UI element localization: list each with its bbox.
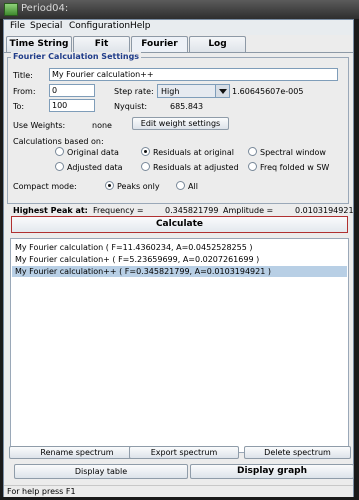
calc-based-label: Calculations based on: (13, 137, 104, 146)
use-weights-label: Use Weights: (13, 121, 66, 130)
list-item[interactable]: My Fourier calculation+ ( F=5.23659699, … (12, 254, 347, 265)
highest-peak-label: Highest Peak at: (13, 206, 88, 215)
settings-legend: Fourier Calculation Settings (11, 52, 142, 61)
frequency-value: 0.345821799 (165, 206, 219, 215)
list-item[interactable]: My Fourier calculation ( F=11.4360234, A… (12, 242, 347, 253)
display-graph-button[interactable]: Display graph (190, 464, 354, 479)
option-spectral-window-label: Spectral window (260, 148, 326, 157)
option-freq-folded-label: Freq folded w SW (260, 163, 330, 172)
menu-configuration[interactable]: Configuration (69, 21, 130, 31)
amplitude-label: Amplitude = (223, 206, 274, 215)
calculate-button[interactable]: Calculate (11, 216, 348, 233)
use-weights-value: none (92, 121, 112, 130)
option-residuals-original-radio[interactable] (141, 147, 150, 156)
edit-weights-button[interactable]: Edit weight settings (132, 117, 229, 130)
step-rate-value: High (161, 87, 180, 96)
tab-fourier[interactable]: Fourier (131, 36, 188, 53)
menubar: File Special Configuration Help (4, 20, 353, 35)
compact-peaks-only-label: Peaks only (117, 182, 160, 191)
option-spectral-window-radio[interactable] (248, 147, 257, 156)
app-window: File Special Configuration Help Time Str… (3, 19, 354, 497)
tab-fit[interactable]: Fit (73, 36, 130, 52)
title-input[interactable]: My Fourier calculation++ (49, 68, 338, 81)
frequency-label: Frequency = (93, 206, 144, 215)
step-rate-select[interactable]: High (157, 84, 230, 98)
from-label: From: (13, 87, 36, 96)
amplitude-value: 0.0103194921 (295, 206, 354, 215)
option-adjusted-data-label: Adjusted data (67, 163, 123, 172)
list-item-selected[interactable]: My Fourier calculation++ ( F=0.345821799… (12, 266, 347, 277)
step-rate-label: Step rate: (114, 87, 154, 96)
menu-special[interactable]: Special (30, 21, 62, 31)
compact-peaks-only-radio[interactable] (105, 181, 114, 190)
menu-file[interactable]: File (10, 21, 25, 31)
option-original-data-radio[interactable] (55, 147, 64, 156)
export-spectrum-button[interactable]: Export spectrum (129, 446, 239, 459)
option-residuals-adjusted-radio[interactable] (141, 162, 150, 171)
option-residuals-original-label: Residuals at original (153, 148, 234, 157)
results-list[interactable]: My Fourier calculation ( F=11.4360234, A… (10, 238, 349, 453)
tab-log[interactable]: Log (189, 36, 246, 52)
rename-spectrum-button[interactable]: Rename spectrum (9, 446, 145, 459)
nyquist-value: 685.843 (170, 102, 204, 111)
window-titlebar: Period04: (0, 0, 359, 19)
menu-help[interactable]: Help (130, 21, 151, 31)
compact-mode-label: Compact mode: (13, 182, 77, 191)
option-adjusted-data-radio[interactable] (55, 162, 64, 171)
display-table-button[interactable]: Display table (14, 464, 188, 479)
nyquist-label: Nyquist: (114, 102, 148, 111)
compact-all-label: All (188, 182, 198, 191)
step-rate-number: 1.60645607e-005 (232, 87, 304, 96)
tab-time-string[interactable]: Time String (6, 36, 72, 52)
option-freq-folded-radio[interactable] (248, 162, 257, 171)
window-title: Period04: (21, 3, 69, 14)
compact-all-radio[interactable] (176, 181, 185, 190)
to-label: To: (13, 102, 25, 111)
delete-spectrum-button[interactable]: Delete spectrum (244, 446, 351, 459)
option-residuals-adjusted-label: Residuals at adjusted (153, 163, 239, 172)
title-label: Title: (13, 71, 33, 80)
status-bar: For help press F1 (4, 485, 353, 497)
option-original-data-label: Original data (67, 148, 119, 157)
to-input[interactable]: 100 (49, 99, 95, 112)
dropdown-arrow-icon[interactable] (215, 85, 229, 97)
app-icon (4, 3, 18, 16)
from-input[interactable]: 0 (49, 84, 95, 97)
